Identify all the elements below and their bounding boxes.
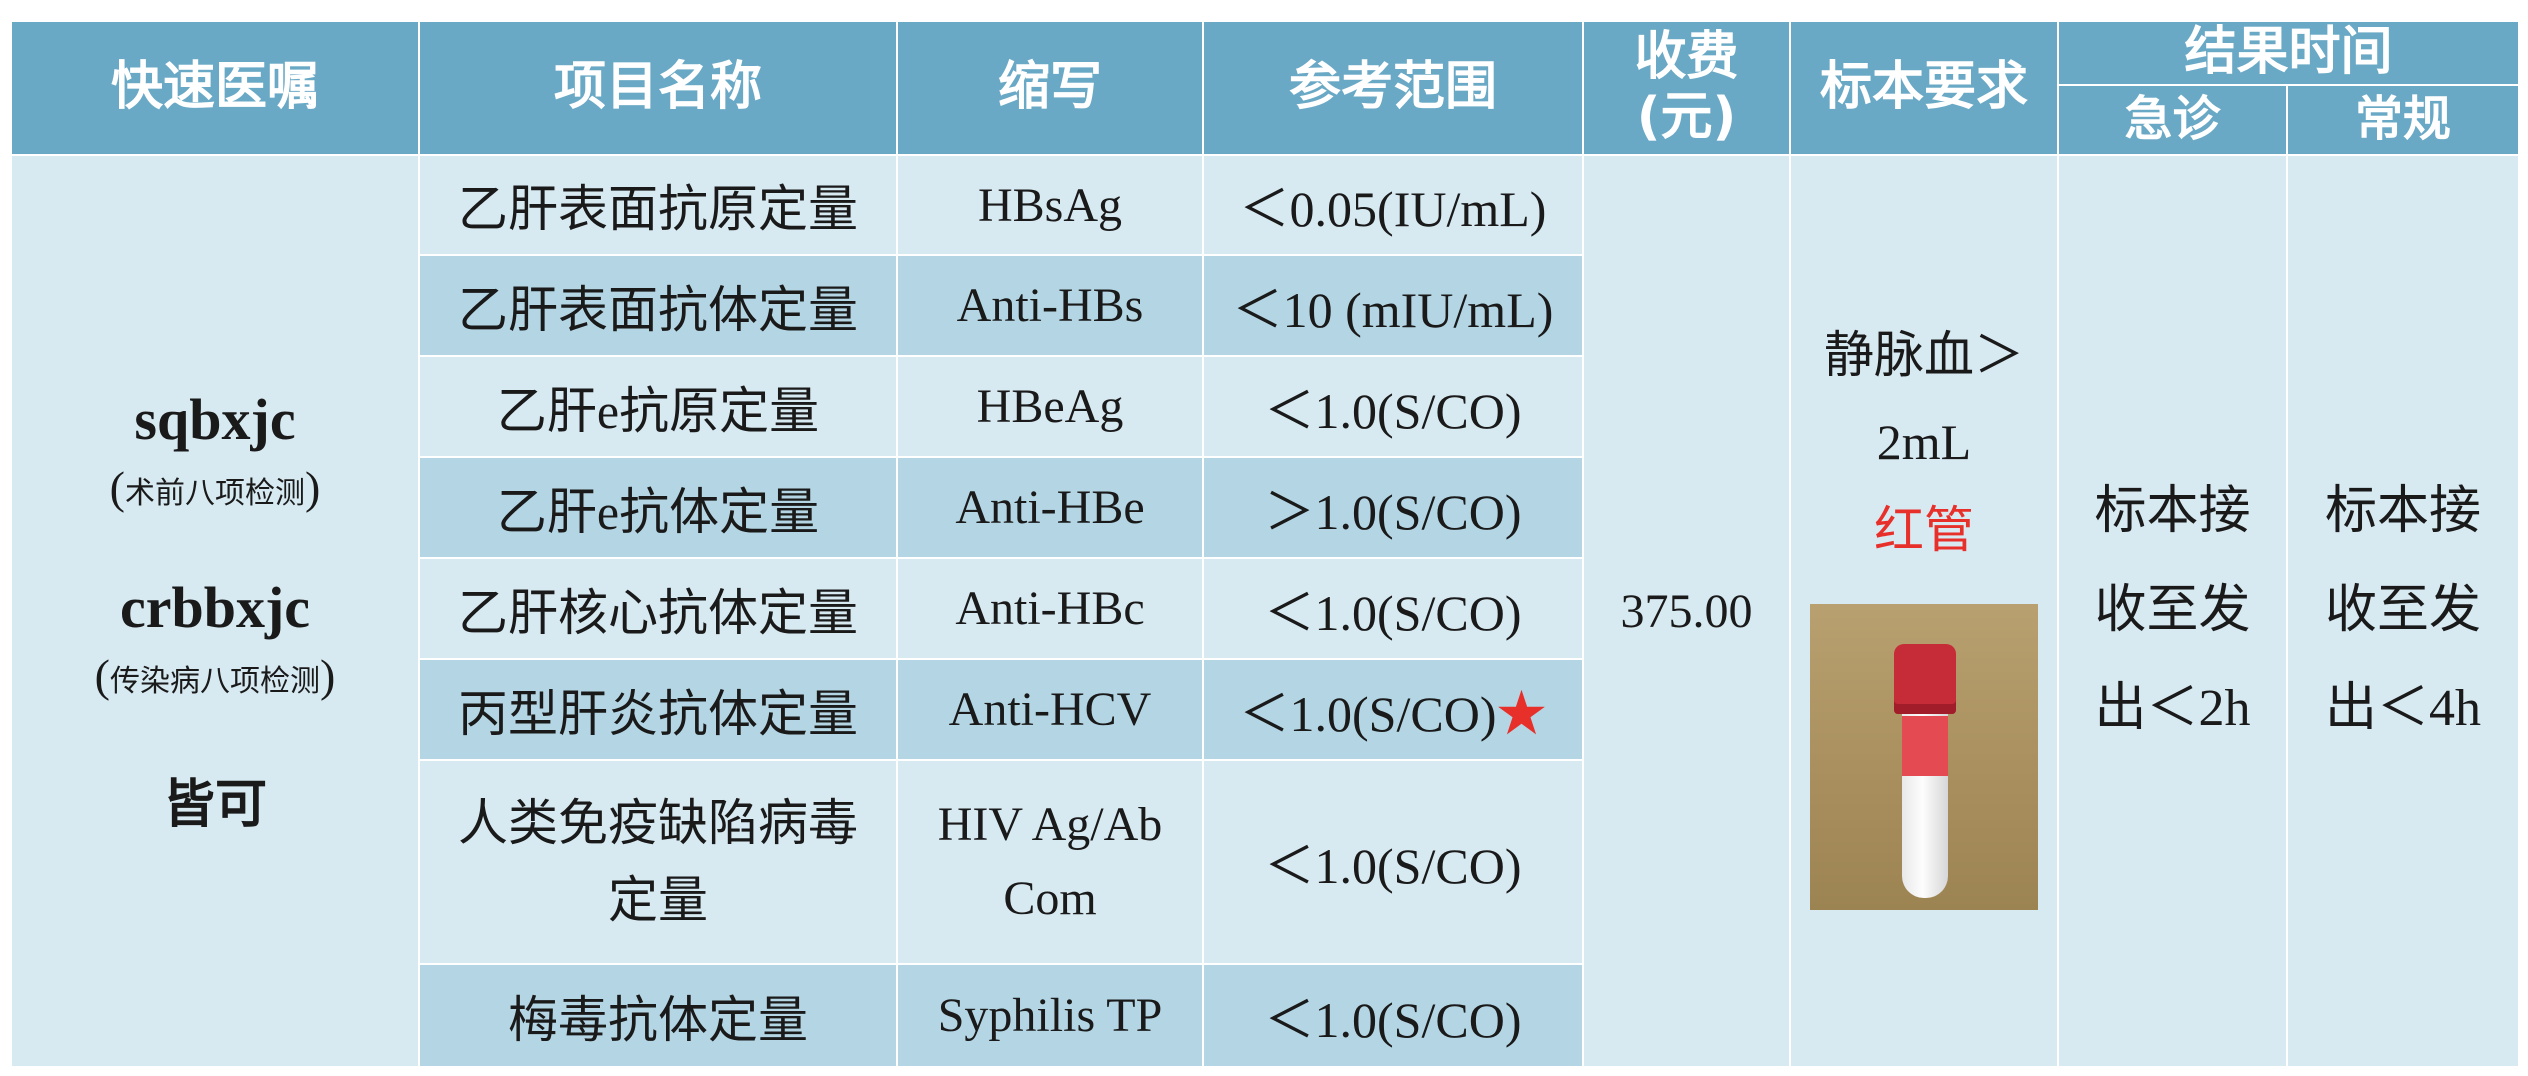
header-urgent: 急诊 xyxy=(2057,84,2288,156)
advice-note-2: (传染病八项检测) xyxy=(94,649,336,701)
item-abbr: Anti-HBc xyxy=(896,557,1204,660)
specimen-cell: 静脉血＞ 2mL 红管 xyxy=(1789,154,2059,1068)
routine-time-cell: 标本接 收至发 出＜4h xyxy=(2285,154,2521,1068)
star-icon: ★ xyxy=(1496,685,1547,742)
header-fee-unit: (元) xyxy=(1636,87,1737,147)
fee-cell: 375.00 xyxy=(1582,154,1791,1068)
header-advice: 快速医嘱 xyxy=(10,20,420,156)
item-abbr: Anti-HBs xyxy=(896,254,1204,357)
header-range: 参考范围 xyxy=(1202,20,1584,156)
item-name: 梅毒抗体定量 xyxy=(418,963,898,1068)
item-range: ＜10 (mIU/mL) xyxy=(1202,254,1584,357)
header-item-name: 项目名称 xyxy=(418,20,898,156)
item-name: 乙肝表面抗体定量 xyxy=(418,254,898,357)
advice-note-1: (术前八项检测) xyxy=(109,461,321,513)
item-range: ＜1.0(S/CO) xyxy=(1202,759,1584,965)
item-name: 乙肝e抗体定量 xyxy=(418,456,898,559)
item-name: 乙肝核心抗体定量 xyxy=(418,557,898,660)
header-fee: 收费 (元) xyxy=(1582,20,1791,156)
red-tube-photo xyxy=(1810,604,2038,911)
urgent-time-cell: 标本接 收至发 出＜2h xyxy=(2057,154,2288,1068)
specimen-tube-type: 红管 xyxy=(1874,501,1974,558)
advice-either: 皆可 xyxy=(162,774,267,835)
item-range: ＜0.05(IU/mL) xyxy=(1202,154,1584,256)
item-abbr: HIV Ag/Ab Com xyxy=(896,759,1204,965)
item-range: ＜1.0(S/CO)★ xyxy=(1202,658,1584,761)
item-range: ＜1.0(S/CO) xyxy=(1202,355,1584,458)
item-abbr: Anti-HBe xyxy=(896,456,1204,559)
header-routine: 常规 xyxy=(2285,84,2521,156)
item-abbr: Anti-HCV xyxy=(896,658,1204,761)
item-abbr: HBeAg xyxy=(896,355,1204,458)
item-abbr: Syphilis TP xyxy=(896,963,1204,1068)
item-name: 乙肝表面抗原定量 xyxy=(418,154,898,256)
header-specimen: 标本要求 xyxy=(1789,20,2059,156)
specimen-line-1: 静脉血＞ xyxy=(1824,326,2024,383)
item-name: 乙肝e抗原定量 xyxy=(418,355,898,458)
advice-code-1: sqbxjc xyxy=(134,386,296,452)
advice-code-2: crbbxjc xyxy=(119,574,311,640)
header-result-time: 结果时间 xyxy=(2056,20,2521,86)
item-range: ＜1.0(S/CO) xyxy=(1202,963,1584,1068)
item-range: ＞1.0(S/CO) xyxy=(1202,456,1584,559)
header-abbr: 缩写 xyxy=(896,20,1204,156)
quick-advice-cell: sqbxjc (术前八项检测) crbbxjc (传染病八项检测) 皆可 xyxy=(10,154,420,1068)
item-range: ＜1.0(S/CO) xyxy=(1202,557,1584,660)
item-name: 丙型肝炎抗体定量 xyxy=(418,658,898,761)
item-abbr: HBsAg xyxy=(896,154,1204,256)
test-info-table: 快速医嘱 项目名称 缩写 参考范围 收费 (元) 标本要求 结果时间 急诊 常规… xyxy=(10,20,2521,1068)
specimen-line-2: 2mL xyxy=(1876,414,1972,471)
item-name: 人类免疫缺陷病毒 定量 xyxy=(418,759,898,965)
header-fee-label: 收费 xyxy=(1634,27,1739,88)
